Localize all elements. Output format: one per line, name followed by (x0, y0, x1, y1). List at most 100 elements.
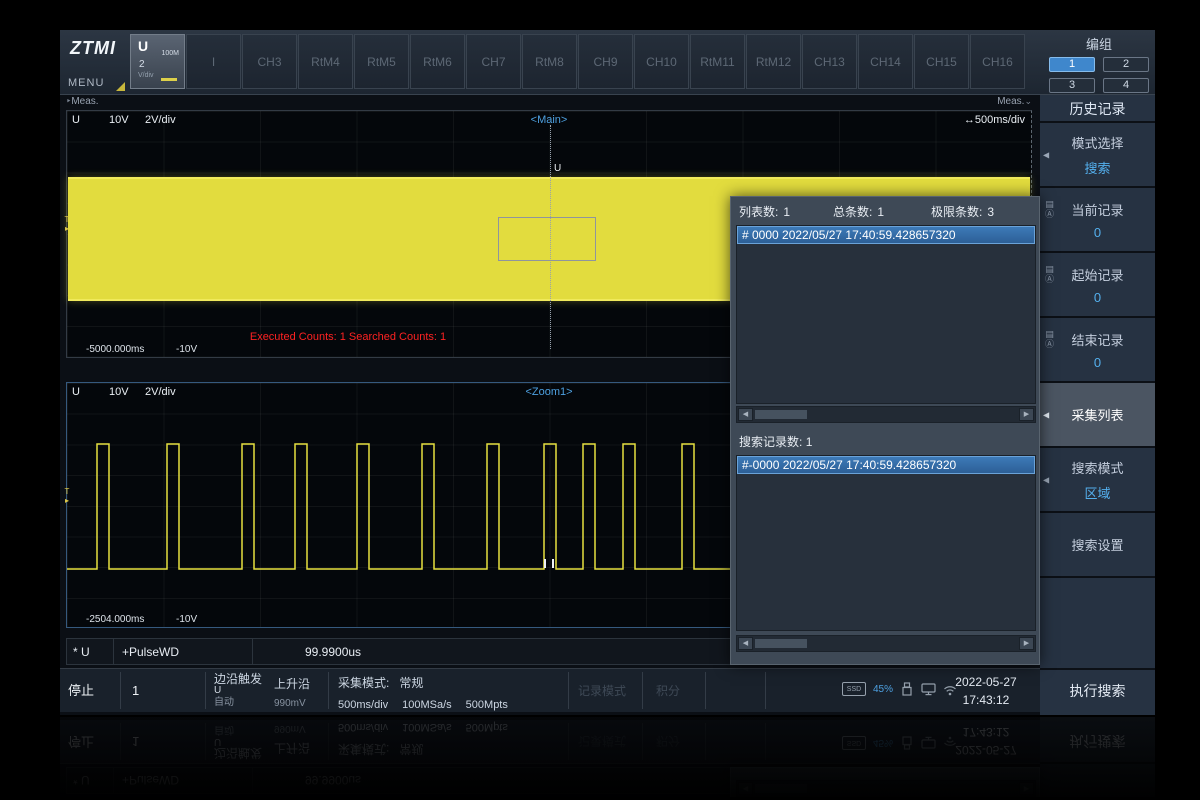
trigger-info: 边沿触发 U 自动 (214, 673, 262, 709)
edge-slope: 上升沿 (274, 675, 310, 692)
integral-label: 积分 (656, 669, 680, 713)
channel-tab-ch13[interactable]: CH13 (802, 34, 857, 89)
channel-tab-ch16[interactable]: CH16 (970, 34, 1025, 89)
scroll-left-button[interactable]: ◀ (738, 637, 753, 650)
channel-tab-ch14[interactable]: CH14 (858, 34, 913, 89)
menu-item-search-mode[interactable]: ◀ 搜索模式 区域 (1040, 448, 1155, 513)
divider (765, 672, 766, 709)
menu-item-search-settings[interactable]: 搜索设置 (1040, 513, 1155, 578)
trigger-arrow-icon: ▸ (61, 224, 73, 233)
group-label: 编组 (1045, 34, 1153, 53)
record-a-icon: Ⓐ (1045, 209, 1054, 219)
meas-right[interactable]: Meas.⌄ (997, 96, 1032, 107)
menu-button[interactable]: MENU (68, 77, 104, 89)
main-volt-offset: -10V (176, 344, 197, 355)
menu-item-label: 采集列表 (1071, 405, 1123, 424)
group-panel: 编组 1 2 3 4 (1045, 33, 1153, 93)
main-channel-label: U (72, 114, 80, 126)
reflection-shade (60, 717, 1155, 797)
record-mode-label: 记录模式 (578, 669, 626, 713)
search-list-scrollbar[interactable]: ◀ ▶ (736, 635, 1036, 652)
channel-tab-ch10[interactable]: CH10 (634, 34, 689, 89)
channel-tab-u[interactable]: U 100M 2 V/div (130, 34, 185, 89)
group-buttons: 1 2 3 4 (1045, 57, 1153, 93)
menu-item-value: 区域 (1084, 483, 1110, 502)
menu-item-mode-select[interactable]: ◀ 模式选择 搜索 (1040, 123, 1155, 188)
record-icon: ▤Ⓐ (1045, 329, 1054, 349)
execute-search-button[interactable]: 执行搜索 (1040, 668, 1155, 712)
menu-item-acquisition-list[interactable]: ◀ 采集列表 (1040, 383, 1155, 448)
trigger-t-icon: T (61, 215, 73, 224)
list-count: 列表数: 1 (739, 203, 790, 220)
channel-tab-ch7[interactable]: CH7 (466, 34, 521, 89)
scroll-right-button[interactable]: ▶ (1019, 408, 1034, 421)
main-timebase: ↔500ms/div (964, 114, 1025, 126)
record-list: # 0000 2022/05/27 17:40:59.428657320 (736, 225, 1036, 404)
zoom-selection-rect[interactable] (498, 217, 596, 261)
channel-tab-rtm11[interactable]: RtM11 (690, 34, 745, 89)
active-channel-unit: V/div (138, 72, 154, 79)
list-count-label: 列表数: (739, 205, 778, 219)
menu-item-current-record[interactable]: ▤Ⓐ 当前记录 0 (1040, 188, 1155, 253)
trigger-type: 边沿触发 (214, 673, 262, 685)
search-result-note: Executed Counts: 1 Searched Counts: 1 (250, 331, 446, 343)
group-button-1[interactable]: 1 (1049, 57, 1095, 72)
limit-count: 极限条数:3 (931, 203, 994, 220)
divider (642, 672, 643, 709)
channel-tab-rtm6[interactable]: RtM6 (410, 34, 465, 89)
main-title: <Main> (531, 114, 568, 126)
trigger-count: 1 (132, 669, 139, 713)
record-list-scrollbar[interactable]: ◀ ▶ (736, 406, 1036, 423)
top-bar: ZTMI MENU U 100M 2 V/div I CH3 RtM4 RtM5… (60, 30, 1155, 95)
list-count-value: 1 (783, 205, 790, 219)
channel-tab-ch9[interactable]: CH9 (578, 34, 633, 89)
channel-tab-rtm4[interactable]: RtM4 (298, 34, 353, 89)
channel-tab-rtm12[interactable]: RtM12 (746, 34, 801, 89)
menu-item-value: 搜索 (1084, 158, 1110, 177)
menu-title: 历史记录 (1040, 95, 1155, 123)
acq-sample-rate: 100MSa/s (402, 699, 452, 711)
channel-tab-ch3[interactable]: CH3 (242, 34, 297, 89)
screen-reflection: ZTMI MENU U 100M 2 V/div I CH3 RtM4 RtM5… (60, 717, 1155, 797)
total-count-value: 1 (877, 205, 884, 219)
divider (568, 672, 569, 709)
main-scale-label: 2V/div (145, 114, 176, 126)
menu-item-end-record[interactable]: ▤Ⓐ 结束记录 0 (1040, 318, 1155, 383)
scroll-right-button[interactable]: ▶ (1019, 637, 1034, 650)
search-record-row[interactable]: #-0000 2022/05/27 17:40:59.428657320 (737, 456, 1035, 474)
acquisition-info: 采集模式:常规 500ms/div100MSa/s500Mpts (338, 674, 522, 711)
record-icon: ▤Ⓐ (1045, 199, 1054, 219)
menu-item-value: 0 (1094, 290, 1101, 305)
channel-tab-i[interactable]: I (186, 34, 241, 89)
trigger-t-icon: T (61, 487, 73, 496)
scroll-thumb[interactable] (755, 410, 807, 419)
group-button-2[interactable]: 2 (1103, 57, 1149, 72)
group-button-3[interactable]: 3 (1049, 78, 1095, 93)
measurement-name: +PulseWD (114, 645, 252, 659)
channel-tab-rtm8[interactable]: RtM8 (522, 34, 577, 89)
search-record-count: 搜索记录数: 1 (739, 433, 812, 450)
zoom-cursor-ticks (544, 559, 554, 568)
channel-tab-rtm5[interactable]: RtM5 (354, 34, 409, 89)
meas-left: ‣Meas. (66, 96, 99, 107)
back-arrow-icon: ◀ (1043, 410, 1049, 419)
channel-tab-ch15[interactable]: CH15 (914, 34, 969, 89)
record-sheet-icon: ▤ (1045, 264, 1054, 274)
back-arrow-icon: ◀ (1043, 150, 1049, 159)
group-button-4[interactable]: 4 (1103, 78, 1149, 93)
history-list-dialog: 列表数:1 总条数:1 极限条数:3 # 0000 2022/05/27 17:… (730, 196, 1040, 665)
dropdown-icon: ⌄ (1024, 96, 1032, 106)
divider (705, 672, 706, 709)
limit-count-value: 3 (987, 205, 994, 219)
active-channel-color-indicator (161, 78, 177, 81)
scroll-thumb[interactable] (755, 639, 807, 648)
acq-timebase: 500ms/div (338, 699, 388, 711)
usb-icon (900, 682, 914, 696)
menu-item-label: 结束记录 (1071, 330, 1123, 349)
scroll-left-button[interactable]: ◀ (738, 408, 753, 421)
record-row[interactable]: # 0000 2022/05/27 17:40:59.428657320 (737, 226, 1035, 244)
monitor-icon (921, 682, 936, 696)
menu-item-start-record[interactable]: ▤Ⓐ 起始记录 0 (1040, 253, 1155, 318)
acq-depth: 500Mpts (466, 699, 508, 711)
divider (205, 672, 206, 709)
